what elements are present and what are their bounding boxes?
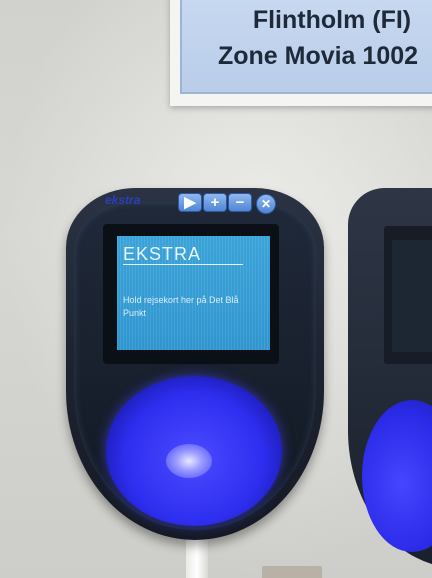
cancel-button[interactable]: ✕ <box>256 194 276 214</box>
sign-zone: Zone Movia 1002 <box>217 42 419 70</box>
sign-station-name: Flintholm (FI) <box>252 6 412 34</box>
screen-message: Hold rejsekort her på Det Blå Punkt <box>123 295 239 318</box>
screen-divider <box>123 264 243 265</box>
minus-button[interactable]: − <box>228 193 252 212</box>
touch-point-glow <box>166 444 212 478</box>
wall-pipe <box>186 536 208 578</box>
wall-plate <box>262 566 322 578</box>
reader-brand-logo: ekstra <box>105 193 141 207</box>
sign-panel: Flintholm (FI) Zone Movia 1002 <box>180 0 432 94</box>
screen-title: EKSTRA <box>123 244 202 264</box>
photo-scene: Flintholm (FI) Zone Movia 1002 ekstra ▶ … <box>0 0 432 578</box>
second-reader-screen <box>392 240 432 352</box>
plus-button[interactable]: + <box>203 193 227 212</box>
play-button[interactable]: ▶ <box>178 193 202 212</box>
station-sign: Flintholm (FI) Zone Movia 1002 <box>170 0 432 106</box>
reader-screen: EKSTRA Hold rejsekort her på Det Blå Pun… <box>117 236 270 350</box>
